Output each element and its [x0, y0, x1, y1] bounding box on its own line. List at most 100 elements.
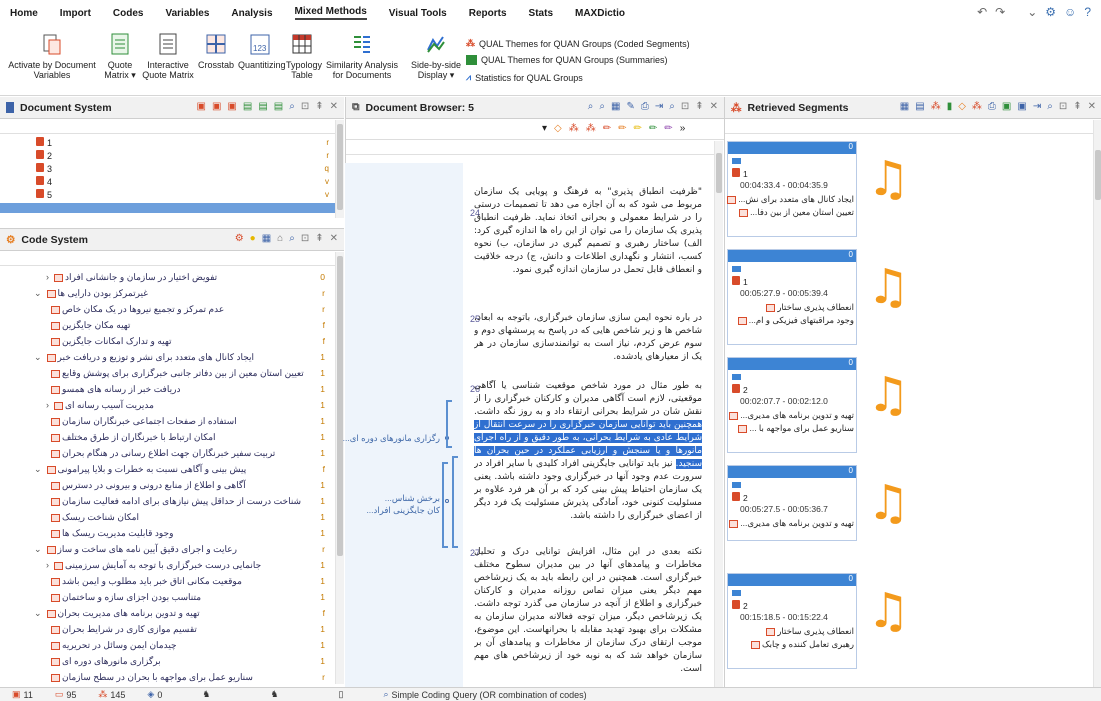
segment-card[interactable]: 0 2 00:15:18.5 - 00:15:22.4 انعطاف پذیری سا… [727, 573, 857, 669]
excel-icon[interactable]: ▣ [1002, 101, 1011, 112]
close-icon[interactable]: ✕ [330, 233, 338, 244]
code-row[interactable]: دریافت خبر از رسانه های همسو 1 [0, 384, 335, 400]
code-row[interactable]: › جانمایی درست خبرگزاری با توجه به آمایش … [0, 560, 335, 576]
paragraph-24[interactable]: "ظرفیت انطباق پذیری" به فرهنگ و پویایی ی… [474, 186, 702, 302]
code-row[interactable]: امکان شناخت ریسک 1 [0, 512, 335, 528]
segment-card[interactable]: 0 1 00:04:33.4 - 00:04:35.9 ایجاد کانال های… [727, 141, 857, 237]
sort-icon[interactable]: ⇞ [315, 101, 323, 112]
memo-icon[interactable]: ◇ [958, 101, 966, 112]
doc-row-2[interactable]: 2r [0, 150, 335, 161]
code-tool-4-icon[interactable]: ⌂ [277, 233, 283, 244]
audio-icon[interactable]: ♫ [867, 479, 910, 527]
code-row[interactable]: ⌄ پیش بینی و آگاهی نسبت به خطرات و بلایا … [0, 464, 335, 480]
doc-browser-scrollbar[interactable] [714, 141, 723, 687]
export-icon[interactable]: ⇥ [655, 101, 663, 112]
pin-icon[interactable]: ⊡ [681, 101, 689, 112]
segment-document[interactable]: 2 [732, 384, 748, 395]
word-icon[interactable]: ▣ [1017, 101, 1026, 112]
highlighter-orange-icon[interactable]: ✏ [618, 123, 626, 134]
search-icon[interactable]: ⌕ [289, 233, 295, 244]
doc-tool-1-icon[interactable]: ▣ [197, 101, 206, 112]
doc-row-1[interactable]: 1r [0, 137, 335, 148]
more-icon[interactable]: » [680, 123, 686, 134]
code-row[interactable]: چیدمان ایمن وسائل در تحریریه 1 [0, 640, 335, 656]
segment-code[interactable]: ایجاد کانال های متعدد برای نش... [727, 194, 854, 205]
segment-code[interactable]: انعطاف پذیری ساختار [732, 626, 854, 637]
quote-matrix-button[interactable]: Quote Matrix ▾ [102, 32, 138, 80]
side-by-side-button[interactable]: Side-by-side Display ▾ [410, 32, 462, 80]
code-row[interactable]: تهیه و تدارک امکانات جایگزین f [0, 336, 335, 352]
segment-card[interactable]: 0 2 00:02:07.7 - 00:02:12.0 تهیه و تدوین بر… [727, 357, 857, 453]
interactive-quote-matrix-button[interactable]: Interactive Quote Matrix [142, 32, 194, 80]
dropdown-icon[interactable]: ▾ [542, 123, 547, 134]
code-icon[interactable]: ⁂ [569, 123, 579, 134]
doc-tool-5-icon[interactable]: ▤ [258, 101, 267, 112]
code-row[interactable]: امکان ارتباط با خبرنگاران از طرق مختلف 1 [0, 432, 335, 448]
paragraph-25[interactable]: در باره نحوه ایمن سازی سازمان خبرگزاری، … [474, 312, 702, 374]
smiley-icon[interactable]: ☺ [1064, 5, 1076, 19]
segment-document[interactable]: 1 [732, 168, 748, 179]
activate-by-variables-button[interactable]: Activate by Document Variables [6, 32, 98, 80]
margin-code-label[interactable]: برخش شناس... [380, 493, 440, 504]
code-row[interactable]: سناریو عمل برای مواجهه با بحران در سطح س… [0, 672, 335, 688]
menu-import[interactable]: Import [60, 8, 91, 19]
menu-analysis[interactable]: Analysis [231, 8, 272, 19]
person2-icon[interactable]: ♞ [270, 689, 278, 700]
person-icon[interactable]: ♞ [202, 689, 210, 700]
undo-icon[interactable]: ↶ [977, 5, 987, 19]
segment-card[interactable]: 0 1 00:05:27.9 - 00:05:39.4 انعطاف پذیری سا… [727, 249, 857, 345]
help-icon[interactable]: ? [1084, 5, 1091, 19]
qual-themes-summaries-button[interactable]: QUAL Themes for QUAN Groups (Summaries) [466, 55, 668, 65]
code-row[interactable]: تقسیم موازی کاری در شرایط بحران 1 [0, 624, 335, 640]
code-row[interactable]: وجود قابلیت مدیریت ریسک ها 1 [0, 528, 335, 544]
doc-tool-6-icon[interactable]: ▤ [274, 101, 283, 112]
margin-code-label[interactable]: رگزاری مانورهای دوره ای... [343, 433, 440, 444]
code-row[interactable]: تعیین استان معین از بین دفاتر جانبی خبرگ… [0, 368, 335, 384]
code-tool-3-icon[interactable]: ▦ [262, 233, 271, 244]
code-weight-icon[interactable]: ⁂ [972, 101, 982, 112]
chevron-down-icon[interactable]: ⌄ [1027, 5, 1037, 19]
highlighter-purple-icon[interactable]: ✏ [664, 123, 672, 134]
selected-doc-row[interactable] [0, 203, 335, 213]
overview-icon[interactable]: ▤ [915, 101, 924, 112]
code-row[interactable]: تهیه مکان جایگزین f [0, 320, 335, 336]
paragraph-27[interactable]: نکته بعدی در این مثال، افزایش توانایی در… [474, 546, 702, 686]
code-row[interactable]: متناسب بودن اجزای سازه و ساختمان 1 [0, 592, 335, 608]
segment-document[interactable]: 2 [732, 600, 748, 611]
highlighter-yellow-icon[interactable]: ✏ [634, 123, 642, 134]
segment-code[interactable]: سناریو عمل برای مواجهه با ... [732, 423, 854, 434]
doc-system-scrollbar[interactable] [335, 120, 344, 218]
doc-outline-icon[interactable]: ▯ [339, 689, 344, 700]
find-icon[interactable]: ⌕ [669, 101, 675, 112]
audio-icon[interactable]: ♫ [867, 155, 910, 203]
print-icon[interactable]: ⎙ [988, 101, 996, 112]
audio-icon[interactable]: ♫ [867, 263, 910, 311]
chart-icon[interactable]: ▮ [947, 101, 953, 112]
search-icon[interactable]: ⌕ [289, 101, 295, 112]
audio-icon[interactable]: ♫ [867, 587, 910, 635]
search-plus-icon[interactable]: ⌕ [599, 101, 605, 112]
segment-code[interactable]: تهیه و تدوین برنامه های مدیری... [729, 518, 854, 529]
coding-stripe[interactable] [452, 456, 458, 548]
doc-filter-row[interactable] [0, 120, 335, 134]
doc-row-4[interactable]: 4v [0, 176, 335, 187]
menu-codes[interactable]: Codes [113, 8, 144, 19]
pin-icon[interactable]: ⊡ [301, 101, 309, 112]
segment-document[interactable]: 1 [732, 276, 748, 287]
doc-tool-2-icon[interactable]: ▣ [212, 101, 221, 112]
table-icon[interactable]: ▦ [900, 101, 909, 112]
segment-code[interactable]: تعیین استان معین از بین دفا... [732, 207, 854, 218]
menu-visual-tools[interactable]: Visual Tools [389, 8, 447, 19]
sort-icon[interactable]: ⇞ [695, 101, 703, 112]
close-icon[interactable]: ✕ [1088, 101, 1096, 112]
memo-icon[interactable]: ◇ [554, 123, 562, 134]
code-row[interactable]: › مدیریت آسیب رسانه ای 1 [0, 400, 335, 416]
sort-icon[interactable]: ⇞ [1073, 101, 1081, 112]
menu-reports[interactable]: Reports [469, 8, 507, 19]
quantitizing-button[interactable]: 123 Quantitizing [238, 32, 286, 70]
code-row[interactable]: › تفویض اختیار در سازمان و جانشانی افراد 0 [0, 272, 335, 288]
code-row[interactable]: برگزاری مانورهای دوره ای 1 [0, 656, 335, 672]
menu-maxdictio[interactable]: MAXDictio [575, 8, 625, 19]
code-row[interactable]: ⌄ تهیه و تدوین برنامه های مدیریت بحران f [0, 608, 335, 624]
search-icon[interactable]: ⌕ [1047, 101, 1053, 112]
